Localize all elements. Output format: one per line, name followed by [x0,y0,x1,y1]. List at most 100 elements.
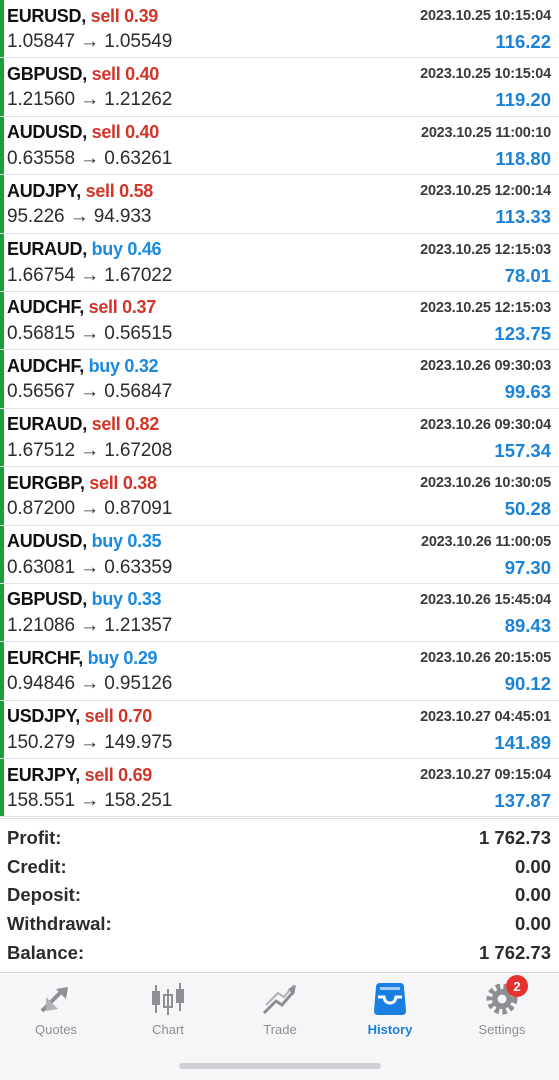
summary-deposit-value: 0.00 [514,884,551,905]
trade-side: buy [91,239,123,260]
summary-balance-value: 1 762.73 [478,942,551,963]
trade-symbol: EURAUD [7,239,83,260]
trade-prices: 0.63081 → 0.63359 [7,556,173,578]
tab-chart[interactable]: Chart [112,973,224,1043]
trade-row-details: 0.87200 → 0.87091 50.28 [7,497,551,521]
trade-row-header: AUDJPY, sell 0.58 2023.10.25 12:00:14 [7,179,551,203]
trade-symbol: EURAUD [7,414,83,435]
trade-time: 2023.10.26 15:45:04 [420,591,551,608]
trade-symbol: AUDUSD [7,122,83,143]
trade-time: 2023.10.25 11:00:10 [420,124,551,141]
trade-row-details: 1.05847 → 1.05549 116.22 [7,30,551,54]
trade-row-header: EURJPY, sell 0.69 2023.10.27 09:15:04 [7,763,551,787]
tab-history-label: History [367,1022,413,1037]
trade-separator: , [79,355,89,376]
trade-time: 2023.10.25 10:15:04 [420,66,551,83]
trade-separator: , [79,472,90,493]
trade-side: sell [90,5,120,26]
trade-row-header: EURCHF, buy 0.29 2023.10.26 20:15:05 [7,646,551,670]
trade-history-list: EURUSD, sell 0.39 2023.10.25 10:15:04 1.… [0,0,559,818]
trade-row[interactable]: EURGBP, sell 0.38 2023.10.26 10:30:05 0.… [0,467,559,526]
trade-row[interactable]: EURUSD, sell 0.39 2023.10.25 10:15:04 1.… [0,0,559,59]
tab-settings-label: Settings [478,1022,526,1037]
trade-symbol: AUDCHF [7,297,80,318]
trade-prices: 0.56567 → 0.56847 [7,381,173,403]
trade-row[interactable]: AUDCHF, sell 0.37 2023.10.25 12:15:03 0.… [0,291,559,351]
trade-symbol: EURCHF [7,647,79,668]
trade-side: buy [88,355,120,376]
trade-symbol: AUDCHF [7,355,80,376]
trade-row[interactable]: EURCHF, buy 0.29 2023.10.26 20:15:05 0.9… [0,642,559,701]
trade-side: sell [85,180,115,201]
trade-prices: 1.21560 → 1.21262 [7,89,173,111]
trade-row-header: AUDUSD, buy 0.35 2023.10.26 11:00:05 [7,530,551,554]
trade-title: GBPUSD, sell 0.40 [7,64,159,85]
trade-row[interactable]: AUDUSD, sell 0.40 2023.10.25 11:00:10 0.… [0,116,559,176]
trade-row-details: 95.226 → 94.933 113.33 [7,205,551,229]
trade-separator: , [82,63,92,84]
tab-chart-label: Chart [152,1022,184,1037]
tab-history[interactable]: History [334,973,446,1043]
trade-row-header: EURUSD, sell 0.39 2023.10.25 10:15:04 [7,4,551,28]
trade-row[interactable]: AUDCHF, buy 0.32 2023.10.26 09:30:03 0.5… [0,350,559,409]
trade-title: USDJPY, sell 0.70 [7,706,152,727]
chart-icon [148,981,188,1017]
trade-time: 2023.10.25 12:15:03 [420,299,551,316]
trade-row[interactable]: USDJPY, sell 0.70 2023.10.27 04:45:01 15… [0,700,559,760]
trade-row-header: EURGBP, sell 0.38 2023.10.26 10:30:05 [7,471,551,495]
trade-profit: 97.30 [504,556,551,578]
trade-profit: 157.34 [494,439,551,461]
trade-separator: , [76,180,86,201]
trade-row-details: 1.21086 → 1.21357 89.43 [7,614,551,638]
trade-symbol: EURJPY [7,764,76,785]
quotes-icon [36,981,76,1017]
trade-separator: , [75,764,85,785]
settings-badge: 2 [506,975,528,997]
trade-volume: 0.58 [119,180,154,201]
trade-title: AUDUSD, buy 0.35 [7,531,162,552]
trade-row[interactable]: GBPUSD, buy 0.33 2023.10.26 15:45:04 1.2… [0,583,559,643]
summary-withdrawal-row: Withdrawal: 0.00 [7,910,551,938]
trade-volume: 0.38 [122,472,157,493]
tab-trade[interactable]: Trade [224,973,336,1043]
trade-profit: 119.20 [495,89,551,111]
trade-separator: , [82,122,92,143]
tab-quotes[interactable]: Quotes [0,973,112,1043]
trade-row[interactable]: AUDJPY, sell 0.58 2023.10.25 12:00:14 95… [0,175,559,234]
trade-row[interactable]: GBPUSD, sell 0.40 2023.10.25 10:15:04 1.… [0,58,559,117]
trade-row[interactable]: AUDUSD, buy 0.35 2023.10.26 11:00:05 0.6… [0,525,559,584]
summary-credit-value: 0.00 [514,856,551,877]
trade-volume: 0.82 [125,414,159,435]
trade-prices: 1.05847 → 1.05549 [7,31,173,52]
trade-prices: 0.87200 → 0.87091 [7,498,173,520]
trade-prices: 0.56815 → 0.56515 [7,322,173,344]
trade-separator: , [81,5,91,26]
summary-withdrawal-value: 0.00 [514,913,551,934]
trade-symbol: GBPUSD [7,589,83,610]
trade-title: GBPUSD, buy 0.33 [7,589,162,610]
tab-settings[interactable]: 2 Settings [446,973,558,1043]
trade-symbol: USDJPY [7,706,76,727]
trade-side: sell [91,63,121,84]
trade-volume: 0.69 [118,764,153,785]
trade-profit: 123.75 [494,322,551,344]
trade-row[interactable]: EURAUD, sell 0.82 2023.10.26 09:30:04 1.… [0,408,559,468]
trade-volume: 0.70 [118,706,153,727]
summary-withdrawal-label: Withdrawal: [7,913,112,934]
summary-balance-row: Balance: 1 762.73 [7,939,551,967]
trade-title: AUDUSD, sell 0.40 [7,122,159,143]
settings-icon: 2 [482,975,528,1017]
summary-balance-label: Balance: [7,942,85,963]
account-summary: Profit: 1 762.73 Credit: 0.00 Deposit: 0… [0,818,559,970]
history-icon [370,981,410,1017]
trade-title: EURAUD, buy 0.46 [7,239,162,260]
trade-row[interactable]: EURJPY, sell 0.69 2023.10.27 09:15:04 15… [0,759,559,818]
trade-prices: 1.21086 → 1.21357 [7,614,173,636]
trade-icon [260,981,300,1017]
summary-profit-row: Profit: 1 762.73 [7,824,551,852]
trade-separator: , [79,297,89,318]
trade-prices: 0.94846 → 0.95126 [7,673,173,695]
trade-row[interactable]: EURAUD, buy 0.46 2023.10.25 12:15:03 1.6… [0,233,559,292]
trade-row-header: AUDCHF, sell 0.37 2023.10.25 12:15:03 [7,296,551,320]
trade-title: AUDCHF, buy 0.32 [7,355,159,377]
